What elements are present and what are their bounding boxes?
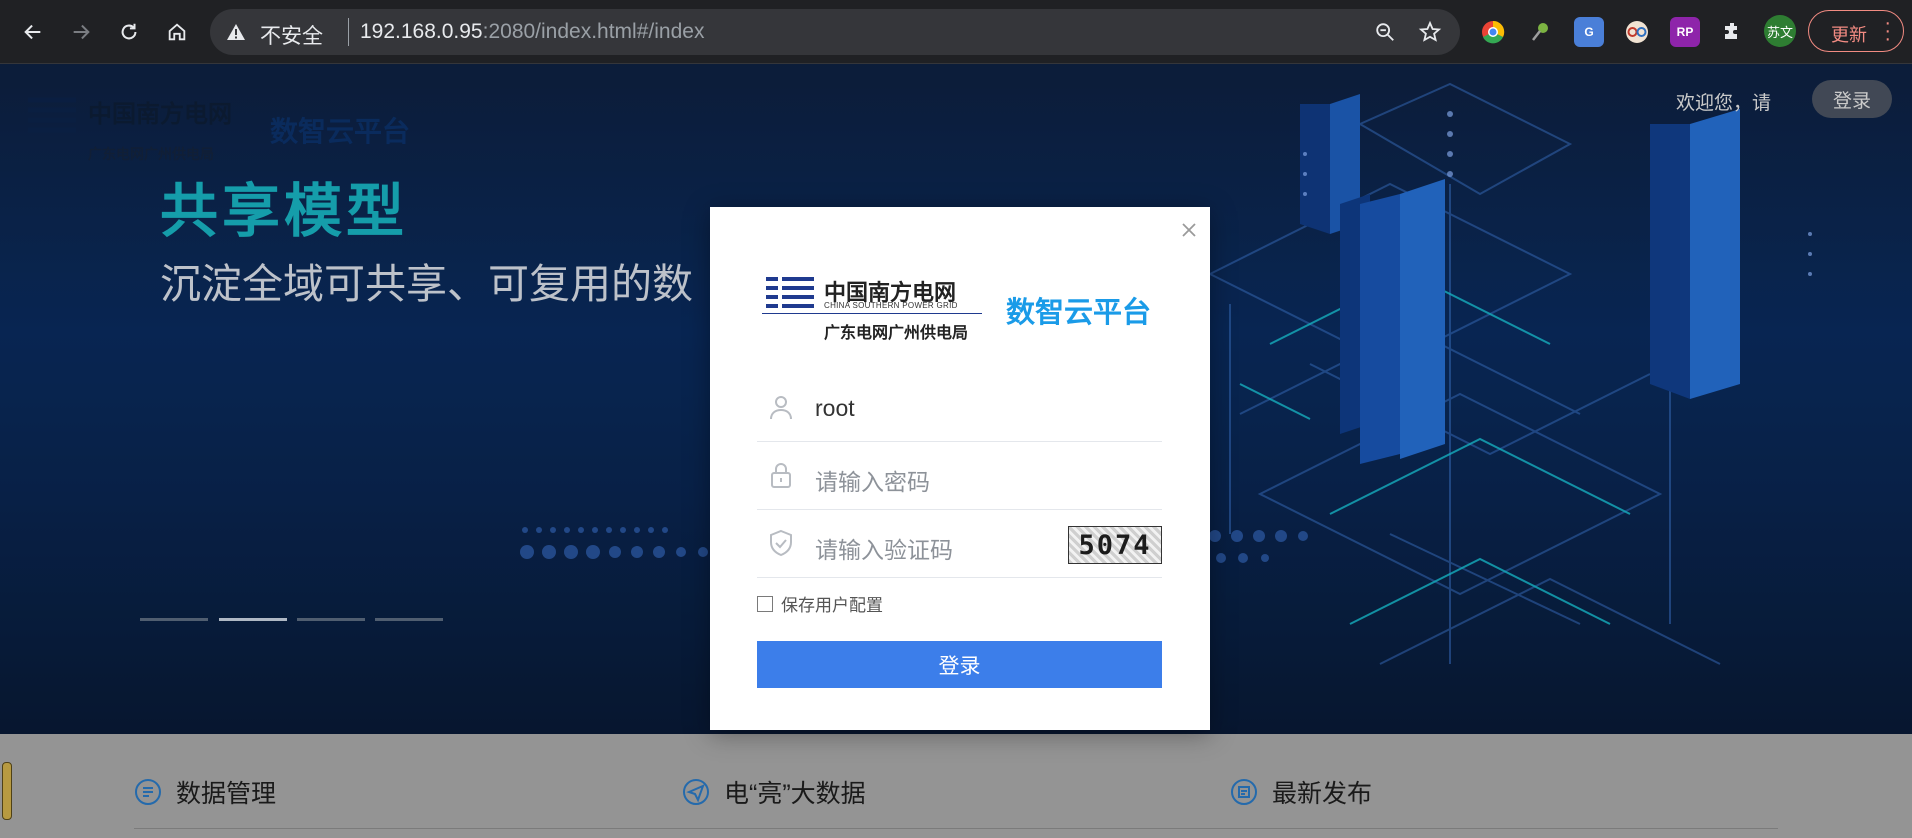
warning-icon xyxy=(227,24,245,40)
zoom-icon[interactable] xyxy=(1374,21,1396,43)
captcha-input[interactable]: 请输入验证码 xyxy=(815,531,953,565)
close-icon[interactable] xyxy=(1178,219,1200,241)
dialog-logo-underline xyxy=(762,313,982,314)
update-label: 更新 xyxy=(1831,25,1867,45)
password-input[interactable]: 请输入密码 xyxy=(815,463,930,497)
user-icon xyxy=(770,396,792,420)
rp-icon: RP xyxy=(1676,25,1694,39)
security-label[interactable]: 不安全 xyxy=(260,20,323,50)
color-wheel-icon xyxy=(1482,20,1505,44)
translate-extension-icon[interactable]: G xyxy=(1574,17,1604,47)
url-host: 192.168.0.95 xyxy=(360,20,483,43)
extensions-menu-button[interactable] xyxy=(1718,17,1748,47)
login-submit-button[interactable]: 登录 xyxy=(757,641,1162,688)
reader-extension-icon[interactable] xyxy=(1622,17,1652,47)
puzzle-icon xyxy=(1725,23,1737,39)
bookmark-star-icon[interactable] xyxy=(1418,20,1442,44)
reload-button[interactable] xyxy=(111,14,147,50)
captcha-image[interactable]: 5074 xyxy=(1068,526,1162,564)
shield-check-icon xyxy=(770,529,792,557)
rp-extension-icon[interactable]: RP xyxy=(1670,17,1700,47)
back-button[interactable] xyxy=(15,14,51,50)
back-arrow-icon xyxy=(24,24,41,40)
update-button[interactable]: 更新 · · · xyxy=(1808,10,1904,52)
url-text[interactable]: 192.168.0.95:2080/index.html#/index xyxy=(360,20,704,44)
username-field[interactable]: root xyxy=(757,373,1162,442)
url-path: :2080/index.html#/index xyxy=(482,20,705,43)
profile-avatar[interactable]: 苏文 xyxy=(1764,15,1796,47)
home-button[interactable] xyxy=(159,14,195,50)
login-dialog: 中国南方电网 CHINA SOUTHERN POWER GRID 广东电网广州供… xyxy=(710,207,1210,730)
captcha-field[interactable]: 请输入验证码 5074 xyxy=(757,509,1162,578)
remember-checkbox[interactable] xyxy=(757,595,773,612)
dialog-logo: 中国南方电网 CHINA SOUTHERN POWER GRID 广东电网广州供… xyxy=(762,275,1162,343)
forward-button[interactable] xyxy=(63,14,99,50)
username-input[interactable]: root xyxy=(815,395,855,422)
eyedropper-extension-icon[interactable] xyxy=(1526,17,1556,47)
address-separator xyxy=(348,18,349,46)
dialog-logo-english: CHINA SOUTHERN POWER GRID xyxy=(824,301,958,310)
page-content: 中国南方电网 广东电网广州供电局 数智云平台 欢迎您，请 登录 共享模型 沉淀全… xyxy=(0,64,1912,838)
eyedropper-icon xyxy=(1532,23,1548,41)
password-field[interactable]: 请输入密码 xyxy=(757,441,1162,510)
browser-toolbar: 不安全 192.168.0.95:2080/index.html#/index … xyxy=(0,0,1912,64)
dialog-logo-sub: 广东电网广州供电局 xyxy=(824,325,969,342)
more-vert-icon: · · · xyxy=(1884,12,1891,50)
address-bar[interactable]: 不安全 192.168.0.95:2080/index.html#/index xyxy=(210,9,1460,55)
remember-label: 保存用户配置 xyxy=(781,596,883,615)
chrome-extension-icon[interactable] xyxy=(1478,17,1508,47)
home-icon xyxy=(168,23,186,41)
glasses-icon xyxy=(1626,21,1648,43)
forward-arrow-icon xyxy=(73,24,90,40)
dialog-platform-name: 数智云平台 xyxy=(1006,297,1152,329)
reload-icon xyxy=(121,23,137,40)
csg-logo-icon xyxy=(766,277,814,308)
lock-icon xyxy=(771,463,791,488)
translate-icon: G xyxy=(1584,25,1594,39)
remember-config[interactable]: 保存用户配置 xyxy=(757,591,883,616)
